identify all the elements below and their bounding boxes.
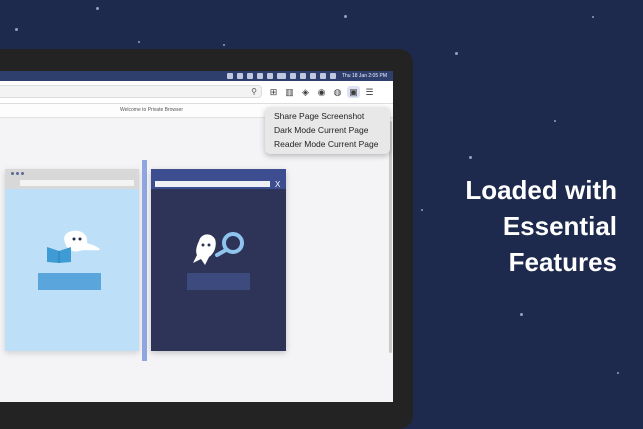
window-dot — [11, 172, 14, 175]
scrollbar[interactable] — [389, 121, 392, 353]
menubar-clock[interactable]: Thu 18 Jan 2:05 PM — [342, 73, 387, 79]
star — [592, 16, 594, 18]
privacy-icon[interactable]: ◉ — [315, 86, 328, 98]
dark-mode-preview: X — [151, 169, 286, 351]
compare-divider[interactable] — [142, 160, 147, 361]
battery-icon[interactable] — [276, 73, 286, 79]
menu-item-dark-mode[interactable]: Dark Mode Current Page — [265, 123, 390, 137]
headline-line: Features — [508, 247, 617, 277]
star — [223, 44, 225, 46]
menubar-icon[interactable] — [329, 73, 336, 79]
extension-icon[interactable]: ◈ — [299, 86, 312, 98]
mac-menubar: Thu 18 Jan 2:05 PM — [0, 71, 393, 81]
ghost-magnifier-icon — [193, 232, 244, 265]
menubar-icon[interactable] — [266, 73, 273, 79]
preview-address-bar — [155, 181, 270, 187]
ghost-reading-icon — [47, 230, 100, 263]
browser-toolbar: ⚲ ⊞ ▥ ◈ ◉ ◍ ▣ ☰ — [0, 81, 393, 104]
reader-icon[interactable]: ▥ — [283, 86, 296, 98]
feature-headline: Loaded with Essential Features — [417, 172, 617, 280]
window-titlebar — [5, 169, 139, 189]
star — [520, 313, 523, 316]
add-tab-icon[interactable]: ⊞ — [267, 86, 280, 98]
search-icon[interactable] — [309, 73, 316, 79]
close-icon[interactable]: X — [275, 181, 280, 189]
headline-line: Loaded with — [465, 175, 617, 205]
star — [138, 41, 140, 43]
window-titlebar: X — [151, 169, 286, 189]
menubar-icon[interactable] — [299, 73, 306, 79]
account-icon[interactable]: ◍ — [331, 86, 344, 98]
search-icon[interactable]: ⚲ — [251, 87, 257, 96]
address-bar[interactable]: ⚲ — [0, 85, 262, 98]
menubar-icon[interactable] — [236, 73, 243, 79]
preview-button — [187, 273, 250, 290]
headline-line: Essential — [502, 211, 617, 241]
star — [15, 28, 18, 31]
window-dot — [21, 172, 24, 175]
context-menu: Share Page Screenshot Dark Mode Current … — [265, 107, 390, 154]
menu-icon[interactable]: ☰ — [363, 86, 376, 98]
star — [455, 52, 458, 55]
wifi-icon[interactable] — [289, 73, 296, 79]
menu-item-reader-mode[interactable]: Reader Mode Current Page — [265, 137, 390, 151]
menubar-icon[interactable] — [256, 73, 263, 79]
menubar-icon[interactable] — [226, 73, 233, 79]
screenshot-icon[interactable]: ▣ — [347, 86, 360, 98]
toolbar-icons: ⊞ ▥ ◈ ◉ ◍ ▣ ☰ — [267, 86, 376, 98]
menubar-icon[interactable] — [246, 73, 253, 79]
menu-item-share-screenshot[interactable]: Share Page Screenshot — [265, 109, 390, 123]
window-controls — [11, 172, 24, 175]
laptop-screen: Thu 18 Jan 2:05 PM ⚲ ⊞ ▥ ◈ ◉ ◍ ▣ ☰ Welco… — [0, 71, 393, 402]
light-mode-preview — [5, 169, 139, 351]
menubar-icon[interactable] — [319, 73, 326, 79]
preview-address-bar — [20, 180, 134, 186]
page-title: Welcome to Private Browser — [120, 107, 183, 113]
preview-button — [38, 273, 101, 290]
star — [469, 156, 472, 159]
star — [554, 120, 556, 122]
star — [344, 15, 347, 18]
star — [96, 7, 99, 10]
window-dot — [16, 172, 19, 175]
star — [617, 372, 619, 374]
